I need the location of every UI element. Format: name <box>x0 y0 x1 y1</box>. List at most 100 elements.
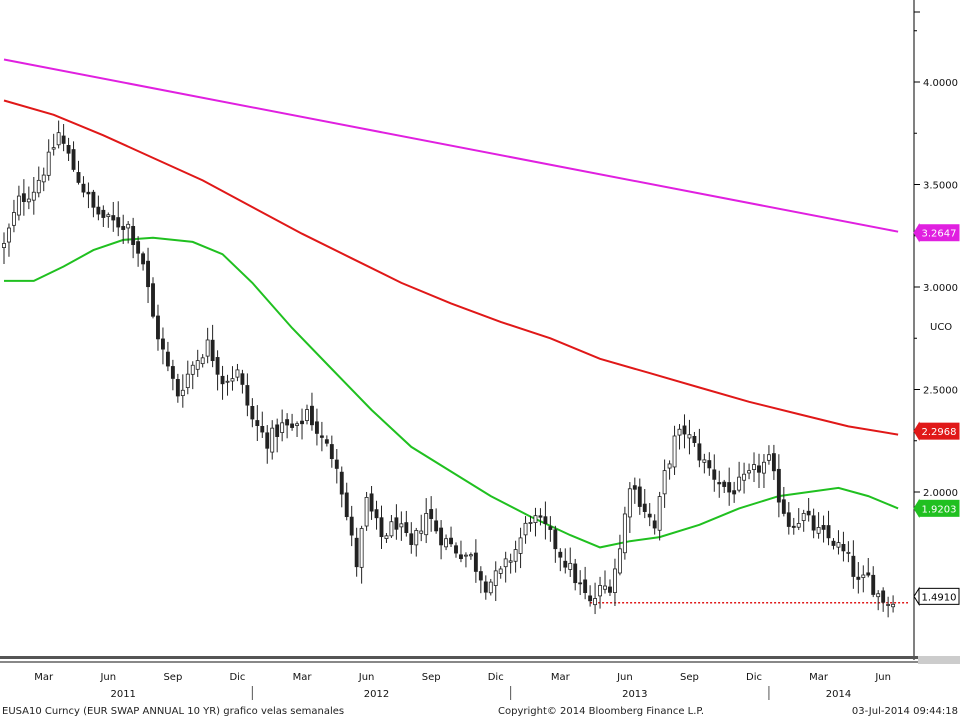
candle-body <box>483 581 488 593</box>
candle-body <box>523 522 528 536</box>
candle-body <box>642 503 647 512</box>
candle-body <box>876 593 881 598</box>
candle-body <box>305 409 309 421</box>
candle-body <box>151 283 155 317</box>
candle-body <box>290 423 295 428</box>
candle-body <box>533 515 538 523</box>
candle-body <box>200 357 205 365</box>
candle-body <box>697 443 702 461</box>
candle-body <box>518 537 523 554</box>
candle-body <box>801 513 806 521</box>
candle-body <box>310 405 314 426</box>
candle-body <box>573 563 578 584</box>
candle-body <box>891 603 896 608</box>
candle-body <box>881 590 886 603</box>
candle-body <box>478 571 483 581</box>
candle-body <box>46 151 51 176</box>
candle-body <box>429 509 434 519</box>
candle-body <box>245 385 250 406</box>
candle-body <box>265 432 270 449</box>
candle-body <box>816 527 821 534</box>
x-month-label: Dic <box>229 672 245 683</box>
candle-body <box>101 209 106 218</box>
candle-body <box>722 481 727 487</box>
candle-body <box>250 406 255 420</box>
x-month-label: Sep <box>680 672 699 683</box>
candle-body <box>235 369 240 378</box>
candle-body <box>752 464 756 470</box>
axes: 4.0000 3.5000 3.0000 2.5000 2.0000 Mar Jun Sep D… <box>0 0 960 700</box>
value-badge-pointer <box>913 421 920 441</box>
y-tick-label: 2.5000 <box>923 386 958 397</box>
candle-body <box>687 434 692 439</box>
candle-body <box>270 427 275 453</box>
candle-body <box>647 513 652 518</box>
moving-average-line <box>4 236 899 549</box>
value-badge-pointer <box>913 586 920 607</box>
bottom-frame-corner <box>918 656 960 664</box>
candle-body <box>831 540 836 546</box>
candle-body <box>364 496 369 527</box>
candle-body <box>588 595 593 602</box>
candle-body <box>826 525 831 539</box>
candle-body <box>91 191 96 208</box>
candle-body <box>757 465 761 473</box>
candle-body <box>424 513 429 536</box>
candle-body <box>468 554 473 557</box>
candle-body <box>414 530 419 546</box>
candle-body <box>836 542 841 548</box>
candle-body <box>652 520 657 529</box>
candle-body <box>434 520 439 532</box>
x-year-label: 2013 <box>622 689 647 700</box>
candle-body <box>86 191 91 195</box>
candle-body <box>543 516 548 525</box>
candle-body <box>314 421 319 434</box>
x-month-label: Mar <box>551 672 571 683</box>
candle-body <box>136 241 141 254</box>
candle-body <box>141 253 146 265</box>
footer-timestamp: 03-Jul-2014 09:44:18 <box>852 706 958 717</box>
candle-body <box>732 490 737 495</box>
candle-body <box>339 471 344 495</box>
candle-body <box>627 488 632 518</box>
candle-body <box>300 420 304 425</box>
candle-body <box>31 191 36 201</box>
candle-body <box>672 435 677 468</box>
candle-body <box>617 548 622 574</box>
partial-legend-text: UCO <box>930 322 952 333</box>
candle-body <box>548 526 553 530</box>
candle-body <box>26 198 31 203</box>
candle-body <box>806 510 811 516</box>
candle-body <box>871 574 876 595</box>
moving-average-line <box>3 99 899 436</box>
candle-body <box>796 523 801 528</box>
candle-body <box>106 214 111 217</box>
candle-body <box>747 470 751 474</box>
candle-body <box>146 260 150 288</box>
candlestick-chart: 4.0000 3.5000 3.0000 2.5000 2.0000 Mar Jun Sep D… <box>0 0 960 717</box>
x-month-label: Dic <box>488 672 504 683</box>
value-badge-label: 1.4910 <box>922 592 957 603</box>
candle-body <box>170 366 175 379</box>
value-badge-pointer <box>913 498 920 519</box>
value-badge-label: 3.2647 <box>922 229 957 240</box>
candle-body <box>280 422 285 433</box>
candle-body <box>389 521 394 537</box>
candle-body <box>791 525 796 528</box>
candle-body <box>319 435 324 438</box>
candle-body <box>369 493 374 512</box>
value-badge-pointer <box>913 222 920 243</box>
x-month-label: Sep <box>422 672 441 683</box>
candle-body <box>399 523 404 528</box>
candle-body <box>255 420 260 426</box>
candle-body <box>707 460 712 469</box>
candle-body <box>285 419 290 426</box>
candle-body <box>7 227 11 243</box>
candle-body <box>51 147 56 150</box>
candle-body <box>156 315 160 340</box>
candle-body <box>637 486 642 507</box>
x-month-label: Sep <box>163 672 182 683</box>
candle-body <box>786 512 791 527</box>
candle-body <box>846 551 851 554</box>
candle-body <box>359 528 364 568</box>
